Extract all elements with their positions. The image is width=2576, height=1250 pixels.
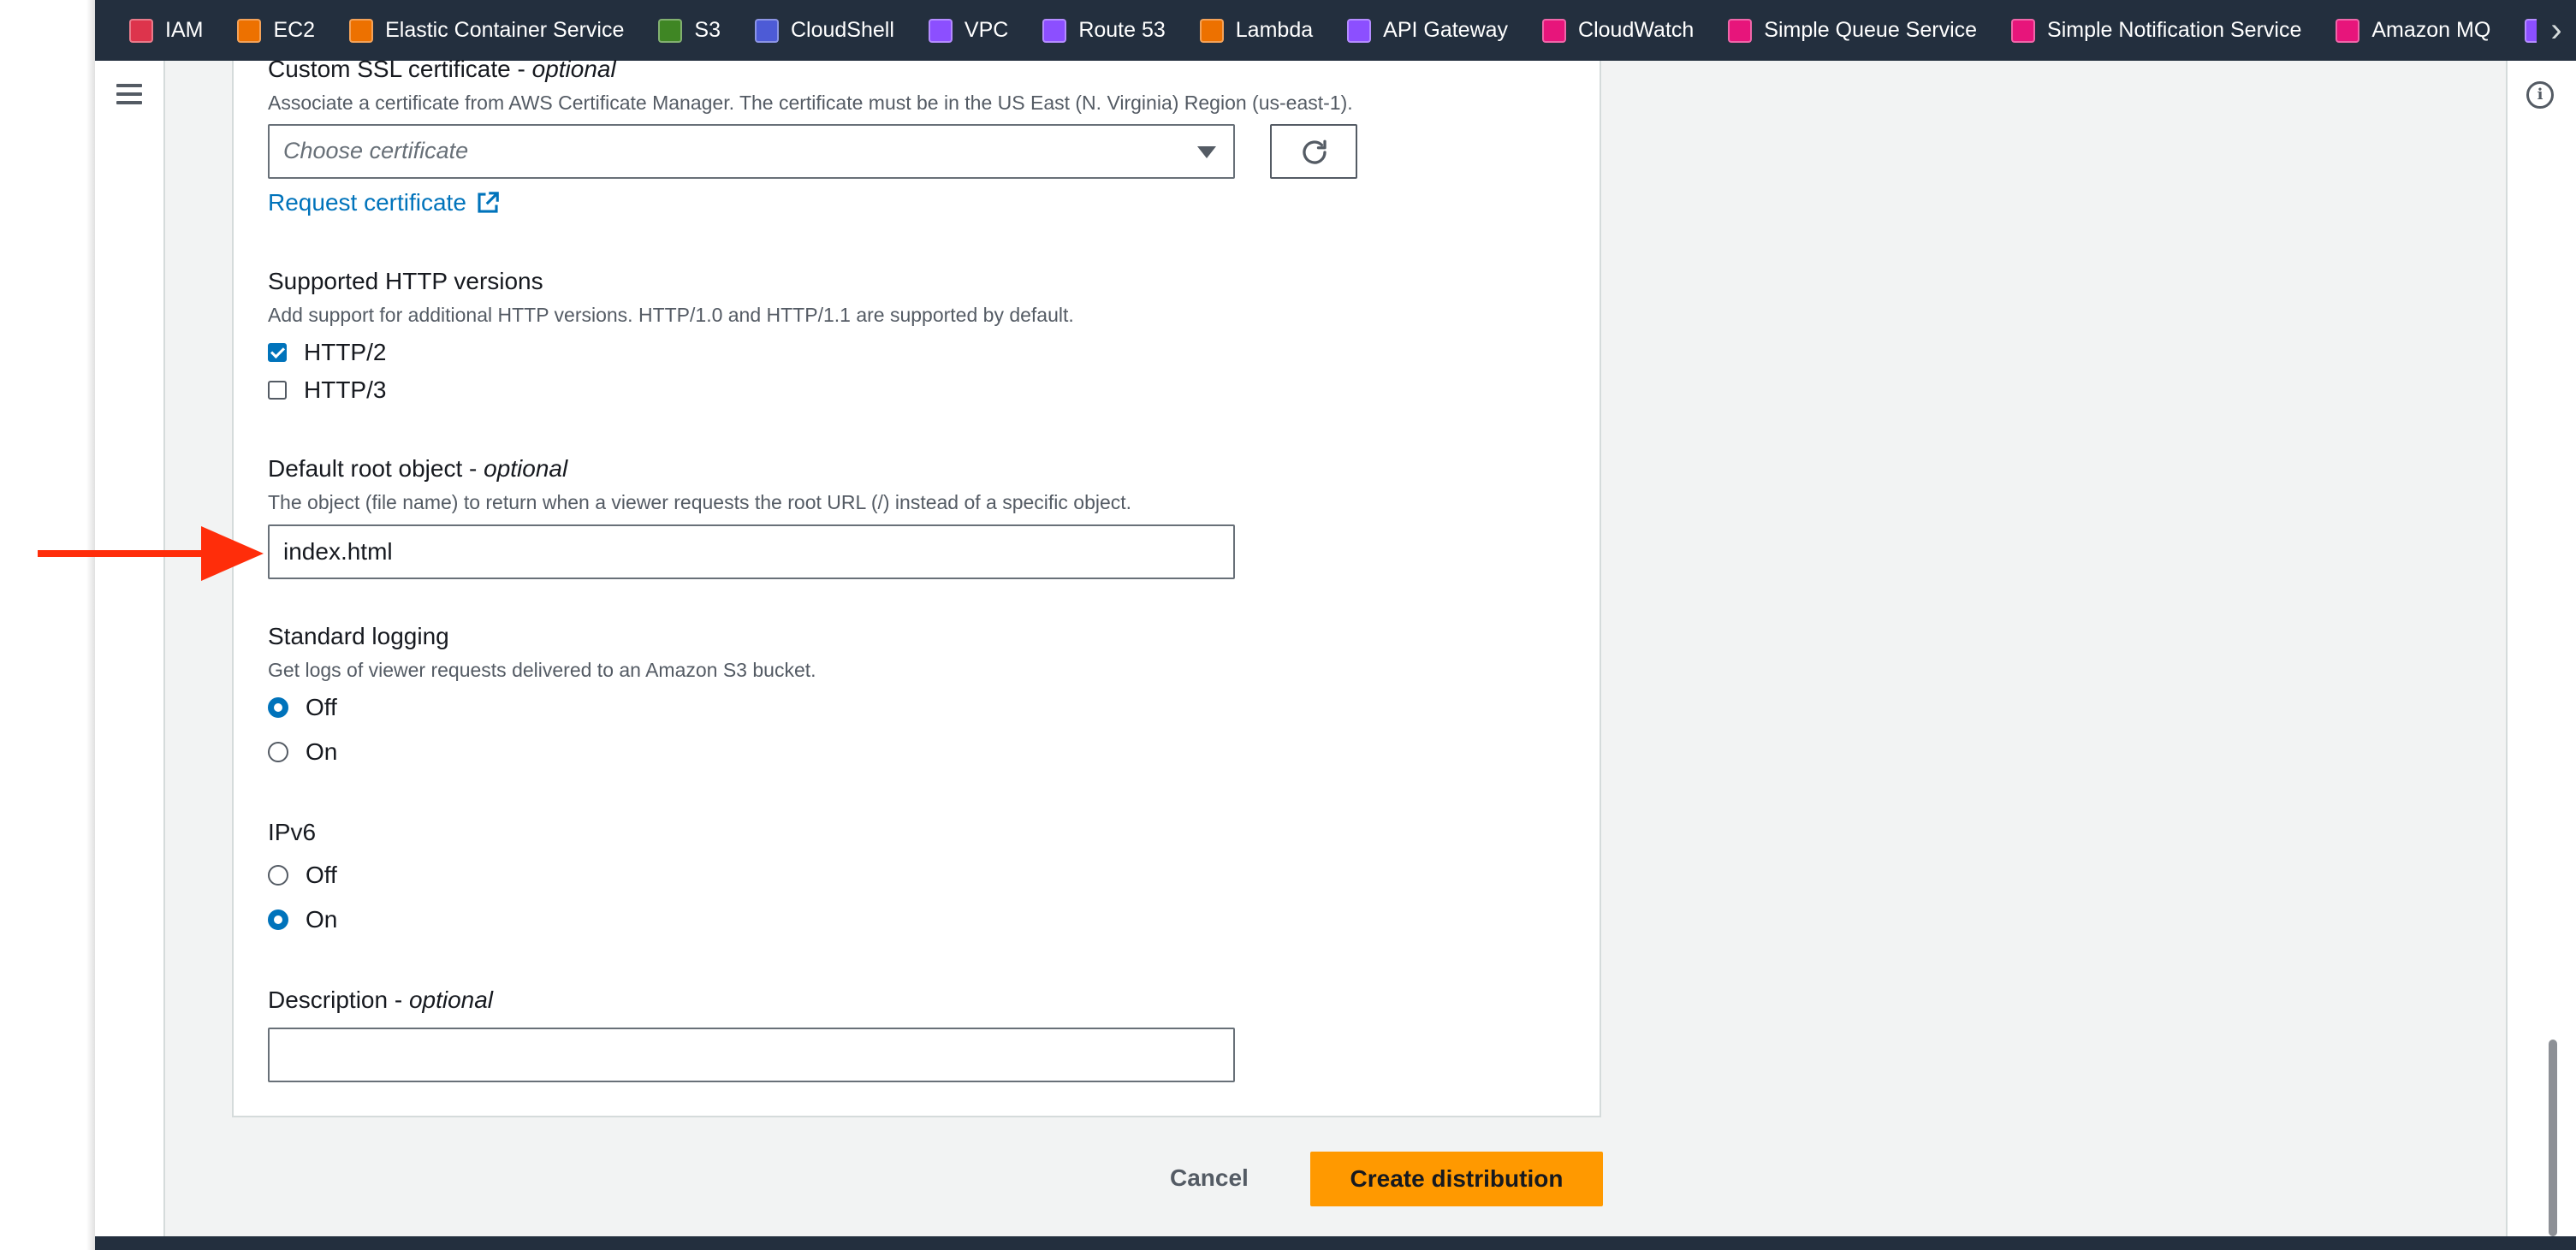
root-object-description: The object (file name) to return when a … — [268, 491, 1132, 513]
refresh-button[interactable] — [1270, 124, 1357, 179]
logging-off-radio[interactable] — [268, 697, 288, 718]
http3-checkbox[interactable] — [268, 381, 287, 400]
favorite-label: VPC — [964, 18, 1009, 42]
logging-on-option[interactable]: On — [268, 738, 337, 766]
http2-checkbox-row[interactable]: HTTP/2 — [268, 339, 386, 366]
tools-rail: i — [2506, 61, 2576, 1236]
certificate-select-placeholder: Choose certificate — [283, 138, 469, 163]
favorite-label: CloudWatch — [1578, 18, 1695, 42]
favorite-s3[interactable]: S3 — [658, 18, 721, 43]
settings-panel: Custom SSL certificate - optional Associ… — [232, 56, 1601, 1117]
favorite-sns[interactable]: Simple Notification Service — [2011, 18, 2301, 43]
ipv6-off-radio[interactable] — [268, 865, 288, 886]
http3-label: HTTP/3 — [304, 376, 387, 403]
favorite-label: EC2 — [273, 18, 316, 42]
ipv6-off-option[interactable]: Off — [268, 862, 337, 889]
favorite-route53[interactable]: Route 53 — [1042, 18, 1166, 43]
ipv6-on-radio[interactable] — [268, 909, 288, 930]
refresh-icon — [1303, 139, 1327, 164]
scrollbar-thumb[interactable] — [2549, 1040, 2557, 1236]
description-input[interactable] — [268, 1028, 1235, 1082]
favorite-sqs[interactable]: Simple Queue Service — [1728, 18, 1977, 43]
logging-on-label: On — [306, 738, 338, 765]
favorite-vpc[interactable]: VPC — [928, 18, 1009, 43]
logging-label: Standard logging — [268, 623, 449, 649]
favorite-cloudwatch[interactable]: CloudWatch — [1542, 18, 1694, 43]
favorite-label: Amazon MQ — [2371, 18, 2491, 42]
description-label: Description - optional — [268, 986, 494, 1013]
iam-icon — [129, 18, 153, 43]
external-link-icon — [478, 192, 499, 213]
api-gateway-icon — [1347, 18, 1372, 43]
favorite-label: API Gateway — [1383, 18, 1509, 42]
favorite-label: Simple Notification Service — [2047, 18, 2302, 42]
certificate-select[interactable]: Choose certificate — [268, 124, 1235, 179]
favorite-label: Lambda — [1235, 18, 1314, 42]
http-versions-description: Add support for additional HTTP versions… — [268, 304, 1074, 326]
annotation-arrow-icon — [38, 526, 264, 581]
cloudshell-icon — [754, 18, 779, 43]
favorite-api-gateway[interactable]: API Gateway — [1347, 18, 1508, 43]
favorite-label: Elastic Container Service — [385, 18, 625, 42]
ipv6-off-label: Off — [306, 862, 337, 888]
desktop-background — [0, 0, 95, 1250]
favorite-lambda[interactable]: Lambda — [1199, 18, 1314, 43]
logging-off-label: Off — [306, 694, 337, 720]
ssl-certificate-description: Associate a certificate from AWS Certifi… — [268, 92, 1353, 114]
ec2-icon — [237, 18, 262, 43]
lambda-icon — [1199, 18, 1224, 43]
request-certificate-link[interactable]: Request certificate — [268, 189, 501, 216]
http2-label: HTTP/2 — [304, 339, 387, 365]
root-object-label: Default root object - optional — [268, 455, 568, 482]
info-icon[interactable]: i — [2526, 81, 2554, 109]
favorite-label: CloudShell — [790, 18, 894, 42]
favorite-amazon-mq[interactable]: Amazon MQ — [2336, 18, 2490, 43]
ipv6-on-label: On — [306, 906, 338, 933]
side-navigation-rail — [95, 61, 165, 1236]
logging-on-radio[interactable] — [268, 742, 288, 762]
create-distribution-button[interactable]: Create distribution — [1310, 1152, 1603, 1206]
favorite-label: Simple Queue Service — [1764, 18, 1978, 42]
ecs-icon — [349, 18, 374, 43]
browser-window: IAM EC2 Elastic Container Service S3 CloudSh… — [95, 0, 2576, 1250]
ipv6-label: IPv6 — [268, 819, 317, 845]
chevron-right-icon[interactable]: › — [2537, 0, 2576, 61]
footer-bar — [95, 1236, 2576, 1250]
amazon-mq-icon — [2336, 18, 2360, 43]
favorite-ec2[interactable]: EC2 — [237, 18, 315, 43]
logging-off-option[interactable]: Off — [268, 694, 337, 721]
menu-icon[interactable] — [116, 84, 142, 104]
cloudwatch-icon — [1542, 18, 1567, 43]
http2-checkbox[interactable] — [268, 343, 287, 362]
sns-icon — [2011, 18, 2036, 43]
favorite-label: IAM — [165, 18, 204, 42]
root-object-input[interactable]: index.html — [268, 524, 1235, 579]
sqs-icon — [1728, 18, 1753, 43]
favorite-label: Route 53 — [1078, 18, 1166, 42]
vpc-icon — [928, 18, 953, 43]
route53-icon — [1042, 18, 1067, 43]
http-versions-label: Supported HTTP versions — [268, 268, 543, 294]
favorite-label: S3 — [694, 18, 721, 42]
s3-icon — [658, 18, 683, 43]
favorite-ecs[interactable]: Elastic Container Service — [349, 18, 624, 43]
caret-down-icon — [1197, 146, 1216, 158]
http3-checkbox-row[interactable]: HTTP/3 — [268, 376, 386, 404]
cancel-button[interactable]: Cancel — [1170, 1164, 1249, 1192]
favorites-bar: IAM EC2 Elastic Container Service S3 CloudSh… — [95, 0, 2576, 61]
ipv6-on-option[interactable]: On — [268, 906, 337, 933]
logging-description: Get logs of viewer requests delivered to… — [268, 659, 816, 681]
favorite-cloudshell[interactable]: CloudShell — [754, 18, 894, 43]
favorite-iam[interactable]: IAM — [129, 18, 203, 43]
ssl-certificate-label: Custom SSL certificate - optional — [268, 56, 616, 82]
